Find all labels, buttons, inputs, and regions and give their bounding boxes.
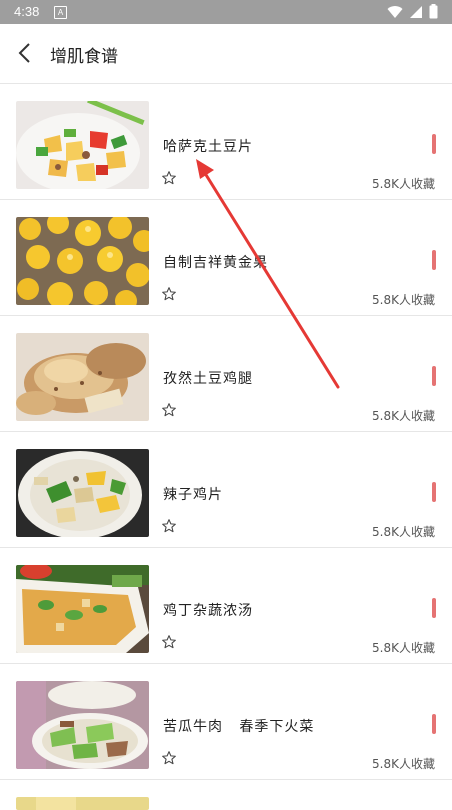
recipe-name: 辣子鸡片 bbox=[163, 487, 223, 503]
star-outline-icon[interactable] bbox=[161, 750, 177, 766]
recipe-name: 孜然土豆鸡腿 bbox=[163, 371, 253, 387]
recipe-item[interactable] bbox=[0, 780, 452, 810]
accent-marker bbox=[432, 482, 436, 502]
recipe-thumbnail[interactable] bbox=[16, 333, 149, 421]
favorite-count: 5.8K人收藏 bbox=[372, 757, 435, 771]
recipe-item[interactable]: 鸡丁杂蔬浓汤 5.8K人收藏 bbox=[0, 548, 452, 664]
recipe-thumbnail[interactable] bbox=[16, 797, 149, 810]
star-outline-icon[interactable] bbox=[161, 634, 177, 650]
recipe-name: 自制吉祥黄金果 bbox=[163, 255, 268, 271]
star-outline-icon[interactable] bbox=[161, 170, 177, 186]
recipe-name: 鸡丁杂蔬浓汤 bbox=[163, 603, 253, 619]
star-outline-icon[interactable] bbox=[161, 402, 177, 418]
recipe-thumbnail[interactable] bbox=[16, 217, 149, 305]
accent-marker bbox=[432, 134, 436, 154]
accent-marker bbox=[432, 366, 436, 386]
favorite-count: 5.8K人收藏 bbox=[372, 409, 435, 423]
back-arrow-icon[interactable] bbox=[14, 41, 38, 65]
favorite-count: 5.8K人收藏 bbox=[372, 177, 435, 191]
recipe-item[interactable]: 哈萨克土豆片 5.8K人收藏 bbox=[0, 84, 452, 200]
recipe-thumbnail[interactable] bbox=[16, 101, 149, 189]
recipe-item[interactable]: 苦瓜牛肉 春季下火菜 5.8K人收藏 bbox=[0, 664, 452, 780]
recipe-name: 苦瓜牛肉 春季下火菜 bbox=[163, 719, 315, 735]
wifi-icon bbox=[387, 5, 403, 18]
cell-signal-icon bbox=[410, 5, 422, 18]
accent-marker bbox=[432, 714, 436, 734]
recipe-thumbnail[interactable] bbox=[16, 681, 149, 769]
recipe-thumbnail[interactable] bbox=[16, 565, 149, 653]
star-outline-icon[interactable] bbox=[161, 286, 177, 302]
recipe-item[interactable]: 孜然土豆鸡腿 5.8K人收藏 bbox=[0, 316, 452, 432]
accent-marker bbox=[432, 598, 436, 618]
favorite-count: 5.8K人收藏 bbox=[372, 525, 435, 539]
page-title: 增肌食谱 bbox=[50, 47, 118, 67]
favorite-count: 5.8K人收藏 bbox=[372, 293, 435, 307]
status-time: 4:38 bbox=[14, 4, 40, 19]
favorite-count: 5.8K人收藏 bbox=[372, 641, 435, 655]
app-header: 增肌食谱 bbox=[0, 24, 452, 84]
notification-icon: A bbox=[54, 6, 67, 19]
recipe-name: 哈萨克土豆片 bbox=[163, 139, 253, 155]
battery-icon bbox=[429, 4, 438, 19]
status-icons bbox=[387, 4, 438, 19]
recipe-item[interactable]: 自制吉祥黄金果 5.8K人收藏 bbox=[0, 200, 452, 316]
recipe-list[interactable]: 哈萨克土豆片 5.8K人收藏 自制吉祥黄金果 5.8K人收藏 孜然土豆鸡腿 5.… bbox=[0, 84, 452, 810]
recipe-thumbnail[interactable] bbox=[16, 449, 149, 537]
accent-marker bbox=[432, 250, 436, 270]
recipe-item[interactable]: 辣子鸡片 5.8K人收藏 bbox=[0, 432, 452, 548]
status-bar: 4:38 A bbox=[0, 0, 452, 24]
star-outline-icon[interactable] bbox=[161, 518, 177, 534]
